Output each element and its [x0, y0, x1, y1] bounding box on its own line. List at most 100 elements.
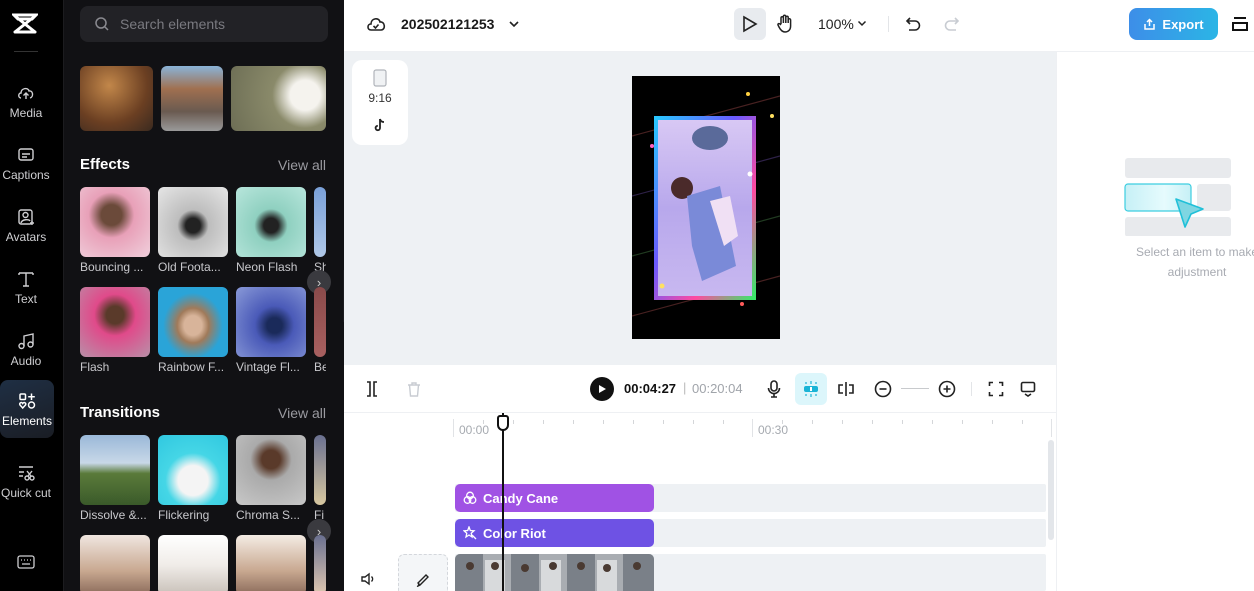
toolbar-divider	[971, 382, 972, 396]
effects-view-all-link[interactable]: View all	[278, 157, 326, 173]
transition-card[interactable]: Flickering	[158, 435, 228, 522]
rail-item-quick-cut[interactable]: Quick cut	[0, 450, 52, 512]
search-input[interactable]	[120, 16, 310, 32]
record-voiceover-button[interactable]	[764, 379, 784, 399]
edit-cover-button[interactable]	[398, 554, 448, 591]
fullscreen-icon	[988, 381, 1004, 397]
transitions-view-all-link[interactable]: View all	[278, 405, 326, 421]
sticker-thumbnail-tacos[interactable]	[80, 66, 153, 131]
playhead-handle[interactable]	[497, 415, 509, 431]
transition-card[interactable]: Chroma S...	[236, 435, 306, 522]
ruler-tick	[842, 420, 843, 424]
playhead-line[interactable]	[502, 413, 504, 591]
ruler-tick	[872, 420, 873, 424]
fullscreen-button[interactable]	[986, 379, 1006, 399]
hand-tool-button[interactable]	[774, 13, 796, 35]
rail-item-text[interactable]: Text	[0, 258, 52, 316]
split-brackets-icon	[367, 381, 377, 397]
transition-thumbnail[interactable]	[236, 535, 306, 591]
transition-thumbnail[interactable]	[314, 535, 326, 591]
mute-toggle-button[interactable]	[360, 571, 376, 587]
effect-thumbnail	[158, 187, 228, 257]
video-clip[interactable]	[455, 554, 654, 591]
cloud-sync-button[interactable]	[364, 14, 388, 34]
timeline[interactable]: 00:00 00:30 Candy Cane Color Riot	[344, 413, 1056, 591]
transition-card[interactable]: Fi	[314, 435, 326, 522]
effect-card[interactable]: Flash	[80, 287, 150, 374]
zoom-level-dropdown[interactable]: 100%	[818, 16, 854, 32]
elements-panel: Effects View all Bouncing ... Old Foota.…	[64, 0, 344, 591]
auto-snap-toggle[interactable]	[795, 373, 827, 405]
undo-button[interactable]	[902, 13, 924, 35]
effect-card[interactable]: Vintage Fl...	[236, 287, 306, 374]
aspect-ratio-label: 9:16	[368, 91, 392, 105]
search-icon	[95, 17, 109, 31]
effect-card[interactable]: Be	[314, 287, 326, 374]
ruler-label: 00:30	[758, 423, 789, 437]
elements-icon	[19, 392, 36, 409]
scissors-icon	[19, 465, 35, 481]
ruler-tick	[543, 420, 544, 424]
keyboard-icon[interactable]	[16, 553, 36, 571]
effect-card[interactable]: Bouncing ...	[80, 187, 150, 274]
ruler-tick	[782, 420, 783, 424]
zoom-in-button[interactable]	[937, 379, 957, 399]
feedback-button[interactable]	[1018, 379, 1038, 399]
ruler-tick	[812, 420, 813, 424]
capcut-logo-icon[interactable]	[12, 12, 38, 36]
project-title[interactable]: 202502121253	[401, 16, 494, 32]
split-scene-button[interactable]	[836, 379, 856, 399]
storage-menu-button[interactable]	[1230, 14, 1250, 34]
ruler-tick	[693, 420, 694, 424]
text-icon	[18, 271, 34, 287]
rail-label: Avatars	[5, 229, 47, 244]
timeline-toolbar: 00:04:27 | 00:20:04	[344, 365, 1056, 413]
filter-circles-icon	[463, 491, 477, 504]
video-filmstrip	[455, 554, 654, 591]
sticker-thumbnail-street[interactable]	[161, 66, 223, 131]
ruler-major-tick	[453, 419, 454, 437]
hand-icon	[777, 14, 792, 33]
time-separator: |	[683, 380, 687, 395]
export-label: Export	[1162, 16, 1204, 32]
ruler-tick	[962, 420, 963, 424]
ruler-tick	[902, 420, 903, 424]
aspect-ratio-card[interactable]: 9:16	[352, 60, 408, 145]
sticker-thumbnail-puppy[interactable]	[231, 66, 326, 131]
rail-label: Quick cut	[0, 485, 51, 500]
select-item-illustration-icon	[1124, 158, 1231, 236]
effect-clip-color-riot[interactable]: Color Riot	[455, 519, 654, 547]
ruler-tick	[932, 420, 933, 424]
redo-button[interactable]	[941, 13, 963, 35]
total-duration: 00:20:04	[692, 381, 743, 396]
rail-item-avatars[interactable]: Avatars	[0, 196, 52, 254]
rail-item-media[interactable]: Media	[0, 72, 52, 130]
effect-card[interactable]: Old Foota...	[158, 187, 228, 274]
cloud-check-icon	[367, 18, 386, 31]
rail-item-elements[interactable]: Elements	[0, 380, 54, 438]
filter-clip-candy-cane[interactable]: Candy Cane	[455, 484, 654, 512]
rail-item-captions[interactable]: Captions	[0, 134, 52, 192]
project-menu-button[interactable]	[506, 16, 522, 32]
zoom-out-button[interactable]	[873, 379, 893, 399]
split-button[interactable]	[364, 379, 380, 399]
transition-thumbnail	[314, 435, 326, 505]
rail-divider	[14, 51, 38, 52]
effect-card[interactable]: Rainbow F...	[158, 287, 228, 374]
delete-button[interactable]	[404, 379, 424, 399]
play-button[interactable]	[590, 377, 614, 401]
transition-card[interactable]: Dissolve &...	[80, 435, 150, 522]
effect-card[interactable]: Sh	[314, 187, 326, 274]
transition-thumbnail[interactable]	[80, 535, 150, 591]
effect-card[interactable]: Neon Flash	[236, 187, 306, 274]
magic-star-icon	[463, 526, 477, 540]
effect-label: Vintage Fl...	[236, 360, 300, 374]
video-preview[interactable]	[632, 76, 780, 339]
search-box[interactable]	[80, 6, 328, 42]
rail-item-audio[interactable]: Audio	[0, 320, 52, 378]
rail-label: Elements	[1, 413, 53, 428]
timeline-zoom-slider[interactable]	[901, 388, 929, 389]
timeline-scrollbar[interactable]	[1048, 440, 1054, 540]
export-button[interactable]: Export	[1129, 8, 1218, 40]
transition-thumbnail[interactable]	[158, 535, 228, 591]
